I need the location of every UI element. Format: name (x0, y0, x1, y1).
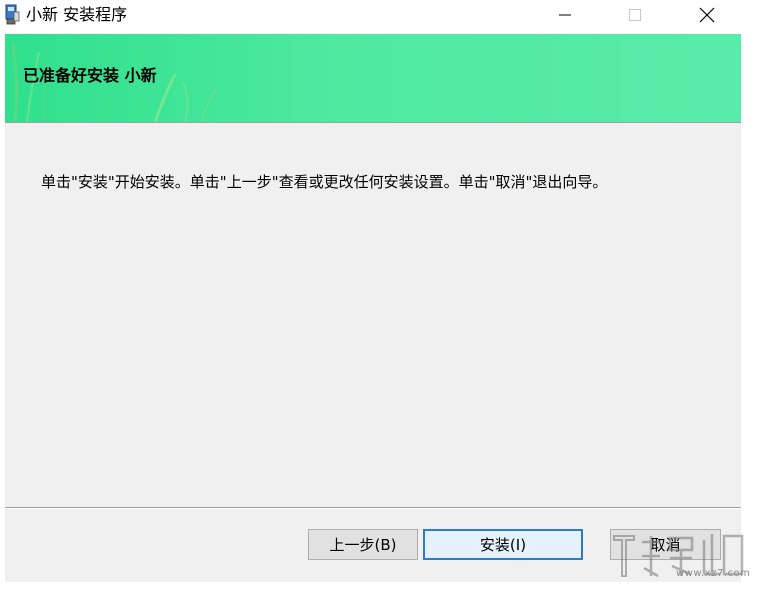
installer-app-icon (5, 4, 20, 25)
title-bar[interactable]: 小新 安装程序 (0, 0, 758, 32)
maximize-button[interactable] (612, 0, 658, 30)
watermark-url: www.xz7.com (676, 568, 751, 579)
installer-window: 小新 安装程序 已准备好安装 小新 单击"安装"开始安装。单击"上一步"查看或更… (0, 0, 758, 590)
banner-title: 已准备好安装 小新 (23, 66, 157, 85)
maximize-icon (629, 9, 641, 21)
minimize-icon (559, 14, 571, 16)
minimize-button[interactable] (542, 0, 588, 30)
window-title: 小新 安装程序 (26, 5, 128, 24)
install-description: 单击"安装"开始安装。单击"上一步"查看或更改任何安装设置。单击"取消"退出向导… (41, 173, 608, 191)
header-banner: 已准备好安装 小新 (5, 34, 741, 122)
install-button[interactable]: 安装(I) (423, 529, 583, 560)
back-button[interactable]: 上一步(B) (308, 529, 418, 560)
close-button[interactable] (684, 0, 730, 30)
content-area: 单击"安装"开始安装。单击"上一步"查看或更改任何安装设置。单击"取消"退出向导… (5, 123, 741, 507)
close-icon (699, 7, 715, 23)
